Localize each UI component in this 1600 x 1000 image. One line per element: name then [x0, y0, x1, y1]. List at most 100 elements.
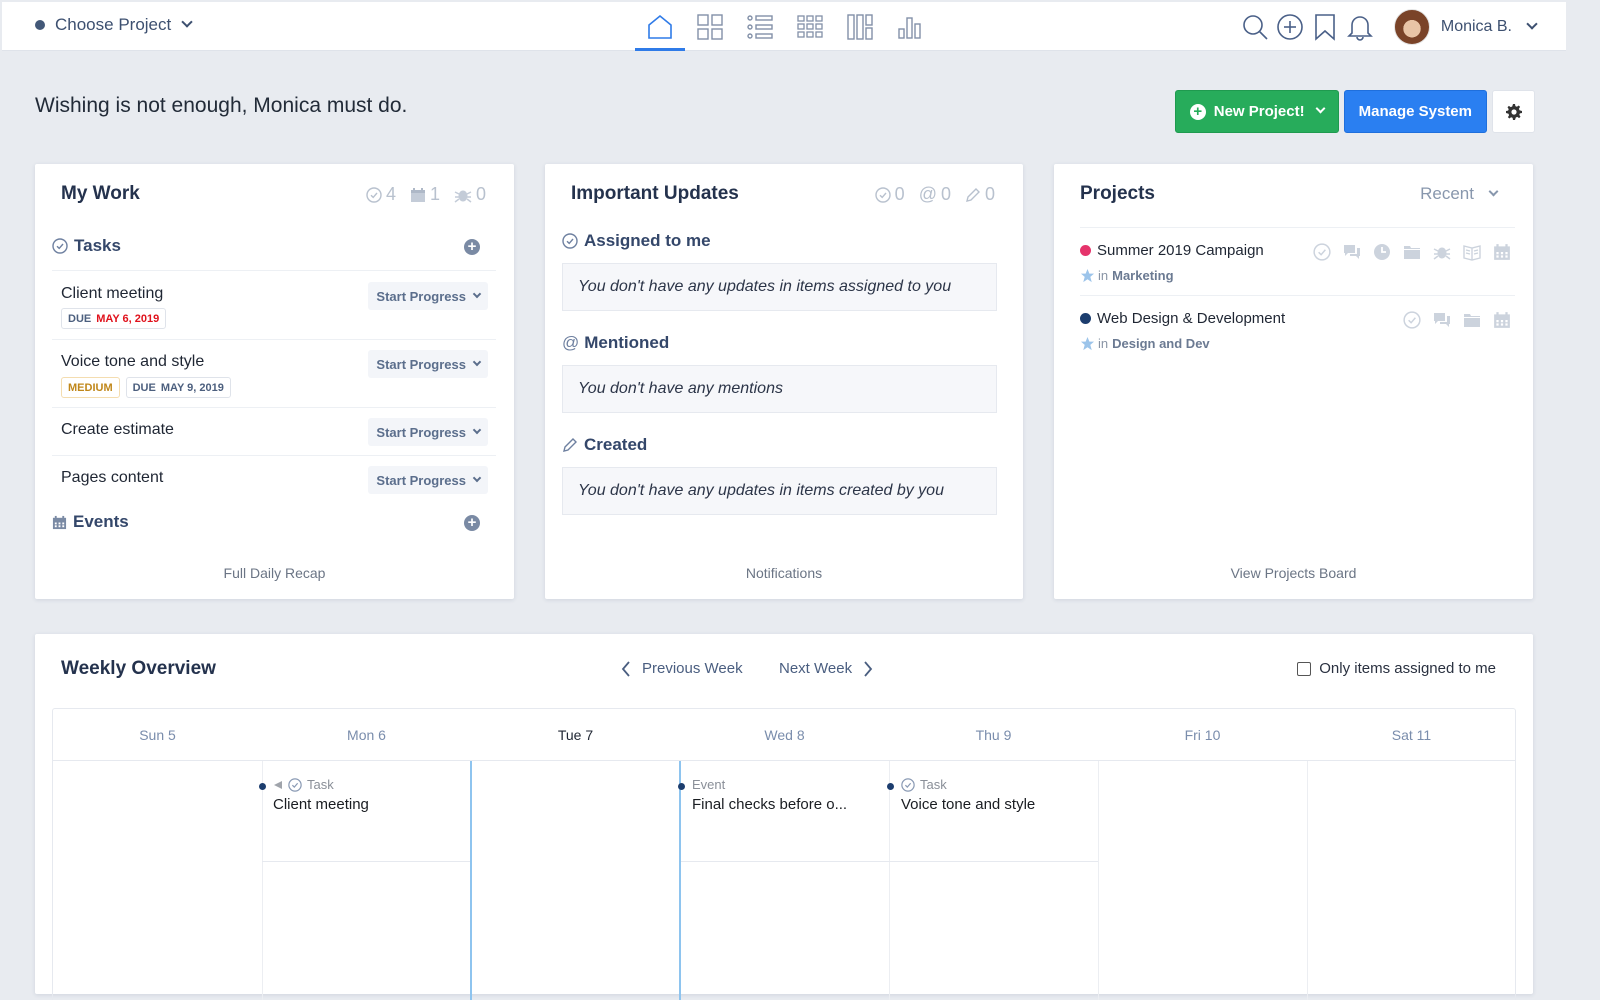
- settings-button[interactable]: [1492, 90, 1535, 133]
- calendar-item[interactable]: Task Voice tone and style: [887, 777, 1036, 813]
- search-button[interactable]: [1238, 9, 1273, 44]
- nav-home[interactable]: [635, 2, 685, 51]
- notebooks-shortcut[interactable]: [1462, 242, 1481, 261]
- chevron-right-icon: [864, 660, 873, 677]
- chevron-down-icon: [1315, 103, 1326, 114]
- item-title: Final checks before o...: [692, 796, 848, 813]
- bug-icon: [454, 190, 472, 203]
- nav-boards[interactable]: [685, 2, 735, 51]
- view-projects-board-link[interactable]: View Projects Board: [1054, 565, 1533, 581]
- add-task-button[interactable]: +: [464, 239, 480, 255]
- task-row[interactable]: Create estimate Start Progress: [52, 407, 496, 455]
- top-bar: Choose Project Monica B.: [2, 2, 1566, 51]
- check-circle-icon: [874, 186, 891, 203]
- task-badges: MEDIUM DUE MAY 9, 2019: [61, 377, 231, 398]
- item-title: Client meeting: [273, 796, 369, 813]
- due-badge: DUE MAY 9, 2019: [125, 377, 231, 398]
- files-shortcut[interactable]: [1402, 242, 1421, 261]
- day-header: Mon 6: [347, 727, 386, 743]
- weekly-overview-card: Weekly Overview Previous Week Next Week …: [35, 634, 1533, 1000]
- project-shortcuts: [1402, 310, 1511, 329]
- new-project-button[interactable]: + New Project!: [1174, 90, 1339, 133]
- task-name: Create estimate: [61, 421, 174, 438]
- bugs-shortcut[interactable]: [1432, 242, 1451, 261]
- created-count: 0: [965, 184, 995, 205]
- item-dot: [887, 783, 894, 790]
- updates-title: Important Updates: [571, 183, 739, 204]
- day-header: Fri 10: [1184, 727, 1221, 743]
- nav-reports[interactable]: [885, 2, 935, 51]
- updates-counts: 0 @ 0 0: [874, 184, 995, 205]
- search-icon: [1243, 14, 1268, 40]
- calendar-shortcut[interactable]: [1492, 242, 1511, 261]
- project-row[interactable]: Web Design & Development in Design and D…: [1080, 295, 1515, 363]
- my-work-counts: 4 1 0: [366, 184, 486, 205]
- user-avatar[interactable]: [1393, 8, 1430, 45]
- checkbox[interactable]: [1297, 661, 1312, 676]
- user-menu[interactable]: Monica B.: [1441, 18, 1538, 36]
- notifications-button[interactable]: [1343, 9, 1378, 44]
- tasks-heading: Tasks: [52, 236, 121, 256]
- only-assigned-checkbox[interactable]: Only items assigned to me: [1297, 660, 1496, 677]
- start-progress-button[interactable]: Start Progress: [368, 418, 488, 446]
- tasks-shortcut[interactable]: [1402, 310, 1421, 329]
- task-row[interactable]: Pages content Start Progress: [52, 455, 496, 503]
- time-shortcut[interactable]: [1372, 242, 1391, 261]
- full-daily-recap-link[interactable]: Full Daily Recap: [35, 565, 514, 581]
- discussions-shortcut[interactable]: [1342, 242, 1361, 261]
- discussions-shortcut[interactable]: [1432, 310, 1451, 329]
- notifications-link[interactable]: Notifications: [545, 565, 1023, 581]
- item-meta: Task: [901, 777, 1035, 792]
- created-empty-message: You don't have any updates in items crea…: [562, 467, 997, 515]
- task-row[interactable]: Client meeting Start Progress DUE MAY 6, …: [52, 270, 496, 339]
- start-progress-button[interactable]: Start Progress: [368, 350, 488, 378]
- due-badge: DUE MAY 6, 2019: [61, 308, 167, 329]
- task-row[interactable]: Voice tone and style Start Progress MEDI…: [52, 339, 496, 407]
- add-button[interactable]: [1273, 9, 1308, 44]
- next-week-button[interactable]: Next Week: [779, 660, 873, 677]
- manage-system-button[interactable]: Manage System: [1343, 90, 1487, 133]
- nav-grid[interactable]: [785, 2, 835, 51]
- chevron-down-icon: [472, 473, 482, 483]
- task-badges: DUE MAY 6, 2019: [61, 308, 167, 329]
- star-icon[interactable]: [1080, 268, 1095, 283]
- calendar-item[interactable]: Task Client meeting: [259, 777, 369, 813]
- calendar-icon: [1493, 243, 1510, 260]
- day-divider: [889, 761, 890, 1000]
- item-title: Voice tone and style: [901, 796, 1036, 813]
- star-icon[interactable]: [1080, 336, 1095, 351]
- project-name[interactable]: Web Design & Development: [1080, 310, 1285, 327]
- clock-icon: [1373, 243, 1390, 260]
- nav-columns[interactable]: [835, 2, 885, 51]
- project-row[interactable]: Summer 2019 Campaign in Marketing: [1080, 227, 1515, 295]
- choose-project-dropdown[interactable]: Choose Project: [35, 15, 193, 35]
- start-progress-button[interactable]: Start Progress: [368, 466, 488, 494]
- add-event-button[interactable]: +: [464, 515, 480, 531]
- check-circle-icon: [366, 186, 382, 203]
- previous-week-button[interactable]: Previous Week: [621, 660, 743, 677]
- nav-list[interactable]: [735, 2, 785, 51]
- manage-system-label: Manage System: [1358, 103, 1472, 120]
- files-shortcut[interactable]: [1462, 310, 1481, 329]
- chevron-down-icon: [472, 425, 482, 435]
- calendar-item[interactable]: Event Final checks before o...: [678, 777, 848, 813]
- day-header-today: Tue 7: [557, 727, 594, 743]
- weekly-title: Weekly Overview: [61, 658, 216, 679]
- task-name: Pages content: [61, 469, 164, 486]
- project-shortcuts: [1312, 242, 1511, 261]
- top-right-tools: Monica B.: [1238, 2, 1538, 51]
- bug-icon: [1433, 247, 1450, 260]
- bug-count: 0: [454, 184, 486, 205]
- tasks-shortcut[interactable]: [1312, 242, 1331, 261]
- project-name[interactable]: Summer 2019 Campaign: [1080, 242, 1264, 259]
- check-circle-icon: [288, 777, 302, 792]
- bookmarks-button[interactable]: [1308, 9, 1343, 44]
- slot-divider: [262, 861, 470, 862]
- start-progress-button[interactable]: Start Progress: [368, 282, 488, 310]
- pencil-icon: [966, 187, 980, 202]
- day-header: Thu 9: [975, 727, 1012, 743]
- project-group: in Design and Dev: [1080, 336, 1210, 351]
- calendar-shortcut[interactable]: [1492, 310, 1511, 329]
- priority-badge: MEDIUM: [61, 377, 120, 398]
- projects-filter-dropdown[interactable]: Recent: [1420, 184, 1499, 204]
